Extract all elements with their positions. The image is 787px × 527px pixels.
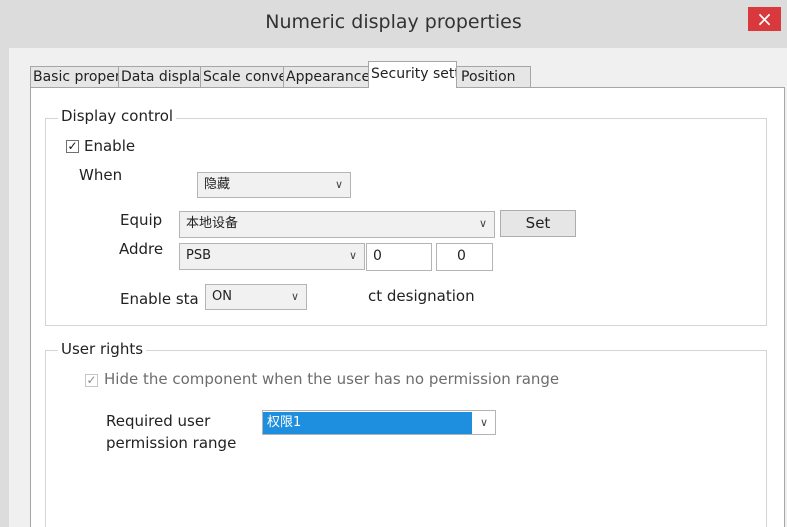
hide-component-checkbox[interactable]: ✓	[85, 374, 98, 387]
display-control-legend: Display control	[58, 107, 177, 125]
equip-select[interactable]: 本地设备 ∨	[179, 211, 495, 238]
permission-range-select[interactable]: 权限1 ∨	[262, 410, 496, 435]
user-rights-legend: User rights	[58, 340, 147, 358]
checkmark-icon: ✓	[86, 373, 97, 387]
hide-component-label: Hide the component when the user has no …	[104, 370, 560, 388]
address-value-input[interactable]: 0	[366, 243, 432, 271]
chevron-down-icon: ∨	[478, 217, 487, 230]
checkmark-icon: ✓	[67, 139, 78, 153]
enable-state-label: Enable sta	[120, 290, 199, 308]
window-title: Numeric display properties	[265, 11, 522, 33]
chevron-down-icon: ∨	[348, 249, 357, 262]
chevron-down-icon: ∨	[334, 178, 343, 191]
object-designation-label: ct designation	[368, 287, 475, 305]
address-label: Addre	[119, 240, 164, 258]
set-button[interactable]: Set	[500, 210, 576, 237]
tab-security-settings[interactable]: Security settings	[368, 61, 457, 88]
tab-scale-conversion[interactable]: Scale conversion	[200, 66, 284, 87]
close-button[interactable]: ×	[748, 7, 781, 31]
when-select[interactable]: 隐藏 ∨	[197, 172, 351, 198]
enable-state-select[interactable]: ON ∨	[205, 284, 307, 310]
close-icon: ×	[756, 7, 773, 31]
chevron-down-icon: ∨	[479, 416, 488, 429]
chevron-down-icon: ∨	[290, 290, 299, 303]
tab-position[interactable]: Position	[456, 66, 531, 87]
enable-label: Enable	[84, 137, 136, 155]
address-type-select[interactable]: PSB ∨	[179, 243, 365, 270]
enable-checkbox[interactable]: ✓	[66, 140, 79, 153]
address-offset-input[interactable]: 0	[436, 243, 493, 271]
window-left-edge	[0, 48, 9, 527]
tab-basic-properties[interactable]: Basic properties	[30, 66, 119, 87]
when-label: When	[79, 166, 123, 184]
tab-data-display[interactable]: Data display	[118, 66, 201, 87]
tab-appearance[interactable]: Appearance	[283, 66, 369, 87]
equip-label: Equip	[120, 211, 163, 229]
required-permission-label-line2: permission range	[106, 434, 237, 452]
required-permission-label: Required user	[106, 412, 211, 430]
